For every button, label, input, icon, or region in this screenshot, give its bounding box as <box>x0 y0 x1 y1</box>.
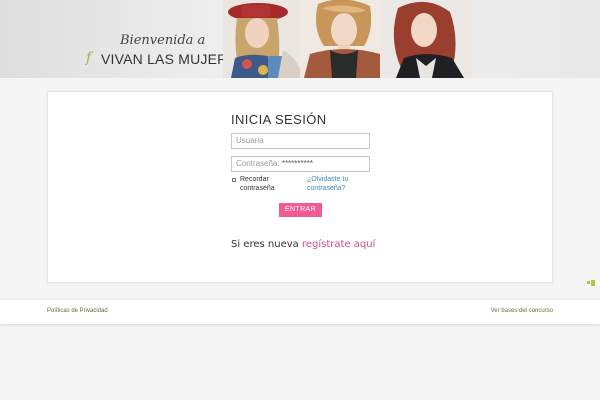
side-widget-icon[interactable] <box>587 280 597 286</box>
side-widget-dot <box>587 281 590 284</box>
register-link[interactable]: regístrate aquí <box>302 239 375 250</box>
side-widget-bar <box>591 280 595 286</box>
model-photo-2 <box>300 0 388 78</box>
model-photo-1 <box>223 0 308 78</box>
username-placeholder: Usuaria <box>236 136 264 145</box>
register-prefix: Si eres nueva <box>231 239 299 250</box>
remember-label[interactable]: Recordar contraseña <box>240 175 300 193</box>
contest-rules-link[interactable]: Ver bases del concurso <box>491 308 553 314</box>
brand-logo-icon: f <box>86 50 92 66</box>
login-title: INICIA SESIÓN <box>231 112 327 127</box>
remember-checkbox[interactable] <box>232 178 236 182</box>
forgot-password-link[interactable]: ¿Olvidaste tu contraseña? <box>307 175 367 193</box>
submit-button[interactable]: ENTRAR <box>279 203 322 217</box>
header-banner: Bienvenida a f VIVAN LAS MUJERES <box>0 0 600 78</box>
password-value: ********** <box>281 159 313 168</box>
username-input[interactable]: Usuaria <box>231 133 370 149</box>
password-label: Contraseña: <box>236 159 280 168</box>
footer: Políticas de Privacidad Ver bases del co… <box>0 300 600 324</box>
model-photo-3 <box>380 0 472 78</box>
privacy-policy-link[interactable]: Políticas de Privacidad <box>47 308 108 314</box>
login-card: INICIA SESIÓN Usuaria Contraseña: ******… <box>47 91 553 283</box>
register-line: Si eres nueva regístrate aquí <box>231 239 375 250</box>
password-input[interactable]: Contraseña: ********** <box>231 156 370 172</box>
welcome-text: Bienvenida a <box>120 33 206 48</box>
